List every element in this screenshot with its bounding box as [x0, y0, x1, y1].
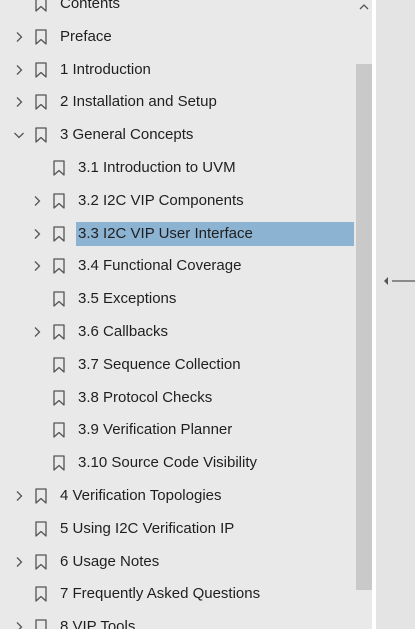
bookmark-icon	[52, 291, 66, 307]
chevron-right-icon[interactable]	[12, 63, 26, 77]
chevron-right-icon[interactable]	[12, 95, 26, 109]
tree-item-label: 1 Introduction	[60, 60, 151, 78]
document-pane	[376, 0, 415, 629]
chevron-right-icon[interactable]	[12, 30, 26, 44]
tree-item[interactable]: 2 Installation and Setup	[0, 86, 356, 118]
tree-item-label: 3.9 Verification Planner	[78, 421, 233, 439]
bookmark-icon	[34, 521, 48, 537]
tree-item-label: 3.10 Source Code Visibility	[78, 454, 257, 472]
bookmark-icon	[34, 0, 48, 12]
tree-item-label: 3.3 I2C VIP User Interface	[76, 221, 354, 246]
tree-item[interactable]: 3 General Concepts	[0, 119, 356, 151]
tree-item-label: 3.1 Introduction to UVM	[78, 159, 236, 176]
bookmark-icon	[52, 225, 66, 242]
chevron-right-icon[interactable]	[12, 489, 26, 503]
scroll-up-arrow-icon[interactable]	[356, 0, 372, 14]
tree-item[interactable]: 3.7 Sequence Collection	[0, 349, 356, 381]
tree-item[interactable]: 5 Using I2C Verification IP	[0, 513, 356, 545]
collapse-pane-button[interactable]	[376, 270, 415, 292]
chevron-right-icon[interactable]	[30, 227, 44, 241]
tree-item[interactable]: 6 Usage Notes	[0, 546, 356, 578]
tree-item-label: 8 VIP Tools	[60, 618, 136, 629]
tree-item[interactable]: 3.10 Source Code Visibility	[0, 447, 356, 479]
bookmark-icon	[52, 357, 66, 373]
tree-item-label: 3.8 Protocol Checks	[78, 388, 213, 406]
bookmark-icon	[34, 586, 48, 603]
tree-item[interactable]: 3.5 Exceptions	[0, 283, 356, 315]
bookmark-icon	[52, 193, 66, 209]
tree-item-label: 4 Verification Topologies	[60, 487, 222, 504]
tree-item[interactable]: Contents	[0, 0, 356, 20]
bookmark-icon	[52, 324, 66, 340]
bookmark-icon	[34, 127, 48, 143]
scroll-thumb[interactable]	[356, 64, 372, 590]
bookmark-icon	[52, 160, 66, 176]
tree-item[interactable]: 3.1 Introduction to UVM	[0, 152, 356, 184]
bookmark-icon	[34, 61, 48, 78]
chevron-right-icon[interactable]	[12, 620, 26, 629]
bookmark-icon	[34, 94, 48, 111]
bookmark-icon	[52, 389, 66, 406]
bookmark-icon	[52, 455, 66, 471]
tree-item-label: 3 General Concepts	[60, 126, 194, 144]
tree-item[interactable]: 3.9 Verification Planner	[0, 414, 356, 446]
tree-item[interactable]: 3.4 Functional Coverage	[0, 250, 356, 282]
tree-item-label: 5 Using I2C Verification IP	[60, 519, 235, 537]
tree-item-label: 3.4 Functional Coverage	[78, 257, 242, 275]
bookmarks-tree: Contents Preface 1 Introduction 2 Installat…	[0, 0, 356, 629]
tree-item-label: 3.5 Exceptions	[78, 290, 177, 308]
tree-item-label: Preface	[60, 27, 112, 45]
chevron-right-icon[interactable]	[30, 259, 44, 273]
tree-item-label: 6 Usage Notes	[60, 552, 160, 570]
chevron-down-icon[interactable]	[12, 128, 26, 142]
bookmark-icon	[34, 488, 48, 504]
tree-item[interactable]: 3.2 I2C VIP Components	[0, 185, 356, 217]
tree-item-label: 3.7 Sequence Collection	[78, 355, 241, 373]
bookmark-icon	[52, 258, 66, 275]
tree-item[interactable]: 1 Introduction	[0, 54, 356, 86]
vertical-scrollbar[interactable]	[356, 0, 372, 629]
bookmark-icon	[34, 553, 48, 570]
tree-item[interactable]: 8 VIP Tools	[0, 611, 356, 629]
bookmark-icon	[34, 29, 48, 45]
tree-item[interactable]: 3.8 Protocol Checks	[0, 382, 356, 414]
tree-item[interactable]: Preface	[0, 21, 356, 53]
tree-item[interactable]: 3.6 Callbacks	[0, 316, 356, 348]
bookmark-icon	[34, 619, 48, 629]
chevron-right-icon[interactable]	[12, 555, 26, 569]
tree-item[interactable]: 7 Frequently Asked Questions	[0, 578, 356, 610]
chevron-right-icon[interactable]	[30, 194, 44, 208]
chevron-right-icon[interactable]	[30, 325, 44, 339]
tree-item-label: Contents	[60, 0, 121, 12]
tree-item-selected[interactable]: 3.3 I2C VIP User Interface	[0, 218, 356, 250]
tree-item-label: 7 Frequently Asked Questions	[60, 585, 261, 603]
tree-item-label: 3.6 Callbacks	[78, 323, 169, 340]
tree-item-label: 2 Installation and Setup	[60, 93, 217, 111]
tree-item-label: 3.2 I2C VIP Components	[78, 191, 244, 209]
bookmark-icon	[52, 422, 66, 439]
collapse-left-arrow-icon	[384, 277, 415, 285]
tree-item[interactable]: 4 Verification Topologies	[0, 480, 356, 512]
